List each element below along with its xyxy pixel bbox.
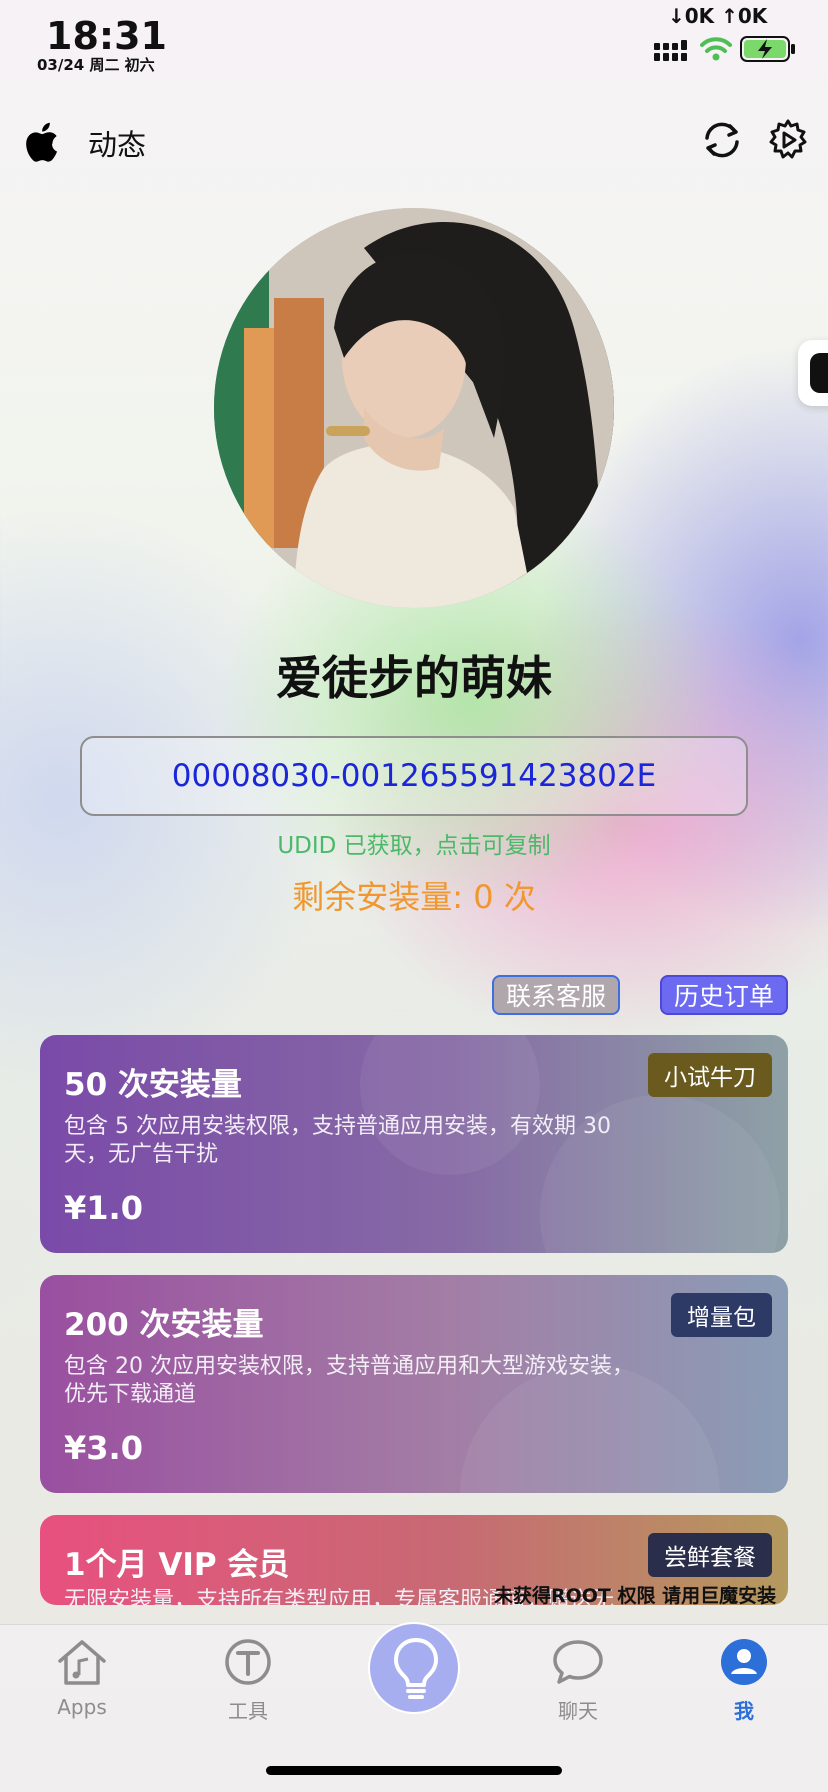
tab-label: 聊天 [558, 1699, 598, 1723]
status-time: 18:31 [46, 14, 167, 58]
plan-card-200[interactable]: 200 次安装量 增量包 包含 20 次应用安装权限，支持普通应用和大型游戏安装… [40, 1275, 788, 1493]
settings-gear-button[interactable] [766, 118, 810, 162]
plan-title: 1个月 VIP 会员 [64, 1547, 290, 1583]
udid-value: 00008030-001265591423802E [171, 758, 657, 794]
lightbulb-icon [394, 1638, 438, 1699]
plan-description-line: 优先下载通道 [64, 1382, 197, 1407]
order-history-button[interactable]: 历史订单 [660, 975, 788, 1015]
home-indicator [266, 1766, 562, 1775]
plan-description-line: 包含 20 次应用安装权限，支持普通应用和大型游戏安装， [64, 1354, 634, 1379]
root-notice: 未获得ROOT 权限 请用巨魔安装 [494, 1585, 777, 1607]
chat-bubble-icon [553, 1640, 603, 1684]
center-bulb-button[interactable] [368, 1622, 460, 1714]
wifi-icon [700, 37, 732, 61]
tab-me[interactable]: 我 [689, 1637, 799, 1724]
remaining-installs: 剩余安装量: 0 次 [292, 878, 536, 916]
plan-description-line: 包含 5 次应用安装权限，支持普通应用安装，有效期 30 [64, 1114, 611, 1139]
avatar-photo [214, 208, 614, 608]
plan-title: 50 次安装量 [64, 1067, 242, 1103]
apple-logo-icon [26, 122, 57, 162]
plan-card-50[interactable]: 50 次安装量 小试牛刀 包含 5 次应用安装权限，支持普通应用安装，有效期 3… [40, 1035, 788, 1253]
battery-icon [740, 36, 795, 62]
signal-icon [654, 40, 687, 61]
tab-label: 工具 [228, 1699, 268, 1723]
contact-support-button[interactable]: 联系客服 [492, 975, 620, 1015]
user-name: 爱徒步的萌妹 [276, 651, 552, 705]
floating-side-tab[interactable] [798, 340, 828, 406]
plan-badge: 增量包 [671, 1293, 772, 1337]
home-music-icon [58, 1640, 106, 1685]
plan-title: 200 次安装量 [64, 1307, 264, 1343]
plan-description: 包含 20 次应用安装权限，支持普通应用和大型游戏安装， 优先下载通道 [64, 1353, 684, 1409]
plan-badge: 小试牛刀 [648, 1053, 772, 1097]
tab-label: 我 [734, 1699, 754, 1723]
floating-app-icon [810, 353, 828, 393]
plan-badge: 尝鲜套餐 [648, 1533, 772, 1577]
tab-label: Apps [57, 1695, 107, 1719]
network-speed: ↓0K ↑0K [668, 4, 768, 28]
udid-copy-box[interactable]: 00008030-001265591423802E [80, 736, 748, 816]
plan-price: ¥1.0 [64, 1189, 143, 1227]
tools-t-icon [225, 1639, 271, 1685]
user-profile-icon [721, 1639, 767, 1685]
avatar[interactable] [214, 208, 614, 608]
plan-price: ¥3.0 [64, 1429, 143, 1467]
tab-tools[interactable]: 工具 [193, 1637, 303, 1724]
tab-apps[interactable]: Apps [27, 1637, 137, 1719]
page-title: 动态 [88, 128, 147, 162]
refresh-button[interactable] [700, 118, 744, 162]
udid-hint: UDID 已获取，点击可复制 [277, 833, 551, 859]
status-date: 03/24 周二 初六 [37, 56, 155, 74]
plan-description-line: 天，无广告干扰 [64, 1142, 219, 1167]
tab-chat[interactable]: 聊天 [523, 1637, 633, 1724]
plan-description: 包含 5 次应用安装权限，支持普通应用安装，有效期 30 天，无广告干扰 [64, 1113, 684, 1169]
